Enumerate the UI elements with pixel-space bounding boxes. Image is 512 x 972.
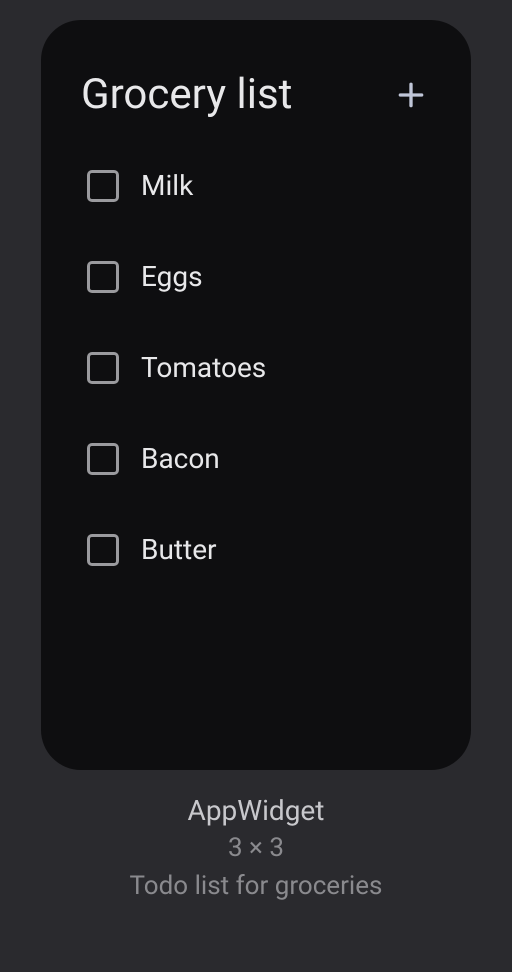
- list-item[interactable]: Eggs: [87, 260, 431, 293]
- widget-description-label: Todo list for groceries: [130, 871, 383, 901]
- widget-title: Grocery list: [81, 70, 292, 119]
- item-label: Bacon: [141, 442, 220, 475]
- item-label: Milk: [141, 169, 193, 202]
- list-items: Milk Eggs Tomatoes Bacon Butter: [81, 169, 431, 566]
- list-item[interactable]: Bacon: [87, 442, 431, 475]
- list-item[interactable]: Butter: [87, 533, 431, 566]
- checkbox-icon[interactable]: [87, 261, 119, 293]
- item-label: Butter: [141, 533, 217, 566]
- widget-card: Grocery list Milk Eggs Tomatoes Bacon Bu…: [41, 20, 471, 770]
- checkbox-icon[interactable]: [87, 352, 119, 384]
- widget-name-label: AppWidget: [188, 794, 325, 827]
- widget-header: Grocery list: [81, 70, 431, 119]
- widget-size-label: 3 × 3: [228, 833, 284, 863]
- checkbox-icon[interactable]: [87, 443, 119, 475]
- list-item[interactable]: Milk: [87, 169, 431, 202]
- list-item[interactable]: Tomatoes: [87, 351, 431, 384]
- item-label: Tomatoes: [141, 351, 266, 384]
- checkbox-icon[interactable]: [87, 170, 119, 202]
- widget-info: AppWidget 3 × 3 Todo list for groceries: [130, 794, 383, 901]
- checkbox-icon[interactable]: [87, 534, 119, 566]
- add-button[interactable]: [391, 75, 431, 115]
- item-label: Eggs: [141, 260, 203, 293]
- plus-icon: [395, 79, 427, 111]
